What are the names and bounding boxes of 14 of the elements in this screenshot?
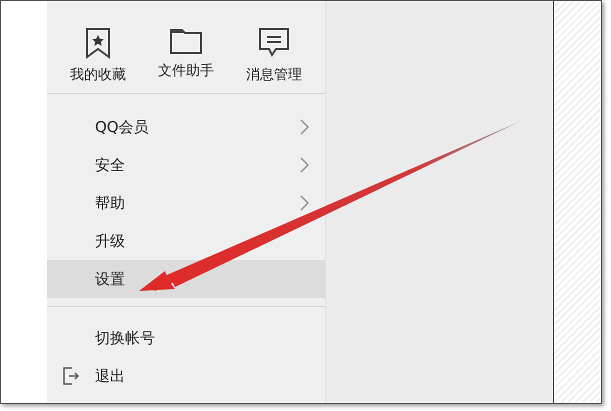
menu-shortcut[interactable]: 我的收藏 (55, 27, 141, 93)
menu-item[interactable]: 升级 (47, 222, 325, 260)
menu-item[interactable]: 退出 (47, 357, 325, 395)
bookmark-icon (84, 27, 112, 59)
menu-item[interactable]: 设置 (47, 260, 325, 298)
menu-shortcut[interactable]: 消息管理 (231, 27, 317, 93)
menu-item[interactable]: 安全 (47, 146, 325, 184)
chat-icon (258, 27, 290, 59)
menu-item[interactable]: 切换帐号 (47, 319, 325, 357)
menu-shortcut[interactable]: 文件助手 (143, 27, 229, 93)
exit-icon (63, 367, 79, 385)
menu-item[interactable]: QQ会员 (47, 108, 325, 146)
menu-item[interactable]: 帮助 (47, 184, 325, 222)
folder-icon (169, 27, 203, 55)
